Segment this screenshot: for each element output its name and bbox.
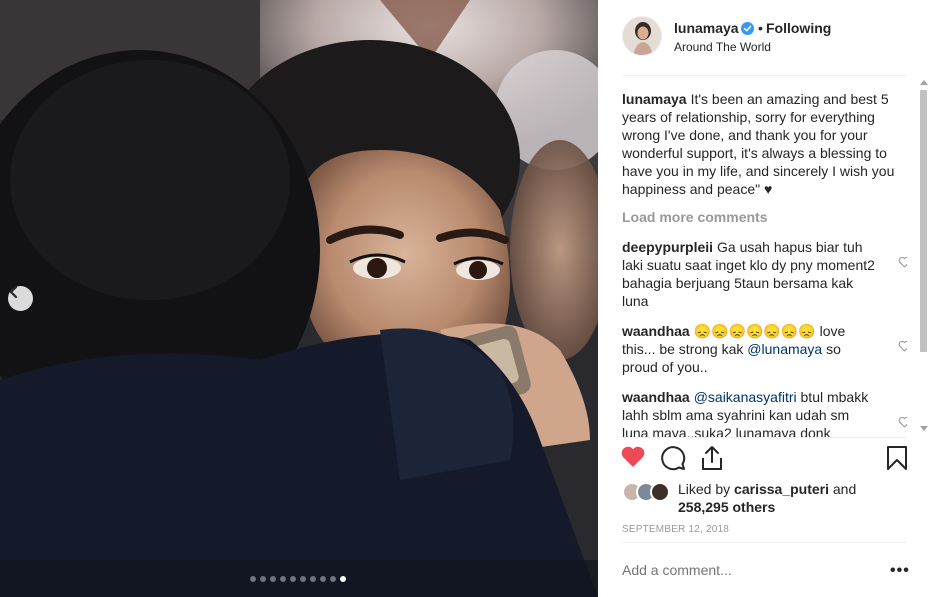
post-date[interactable]: SEPTEMBER 12, 2018	[622, 524, 729, 535]
carousel-dot	[340, 576, 346, 582]
post-location[interactable]: Around The World	[674, 40, 771, 54]
liked-by-label: Liked by	[678, 481, 731, 497]
carousel-dot	[280, 576, 286, 582]
post-author-username[interactable]: lunamaya	[674, 20, 739, 36]
verified-badge-icon	[741, 22, 754, 35]
divider	[622, 542, 907, 543]
liked-by-and: and	[832, 481, 857, 497]
comment-username[interactable]: deepypurpleii	[622, 239, 713, 255]
previous-slide-button[interactable]	[8, 286, 33, 311]
heart-outline-icon[interactable]	[898, 340, 907, 352]
carousel-dot	[250, 576, 256, 582]
carousel-dot	[330, 576, 336, 582]
post-sidebar: lunamaya • Following Around The World lu…	[598, 0, 931, 597]
post-caption: lunamaya It's been an amazing and best 5 …	[622, 90, 907, 198]
comment-mention[interactable]: @saikanasyafitri	[694, 389, 797, 405]
scroll-up-arrow-icon[interactable]	[920, 80, 928, 85]
divider	[622, 75, 907, 76]
comment-emoji: 😞😞😞😞😞😞😞	[693, 323, 816, 339]
comment-username[interactable]: waandhaa	[622, 323, 690, 339]
following-button[interactable]: Following	[766, 20, 831, 36]
post-header: lunamaya • Following Around The World	[598, 0, 931, 76]
heart-outline-icon[interactable]	[898, 416, 907, 428]
heart-outline-icon[interactable]	[898, 256, 907, 268]
comment-item: waandhaa 😞😞😞😞😞😞😞 love this... be strong k…	[622, 322, 907, 376]
carousel-dot	[290, 576, 296, 582]
bookmark-icon[interactable]	[886, 445, 908, 471]
load-more-comments-button[interactable]: Load more comments	[622, 208, 907, 226]
chevron-left-icon	[9, 286, 18, 298]
separator-dot: •	[758, 20, 763, 36]
avatar[interactable]	[622, 16, 662, 56]
comment-mention[interactable]: @lunamaya	[747, 341, 822, 357]
add-comment-input[interactable]	[622, 562, 852, 578]
caption-username[interactable]: lunamaya	[622, 91, 687, 107]
liked-by-user[interactable]: carissa_puteri	[734, 481, 829, 497]
comments-list: lunamaya It's been an amazing and best 5 …	[622, 90, 907, 438]
liker-avatar[interactable]	[650, 482, 670, 502]
carousel-dot	[310, 576, 316, 582]
heart-filled-icon[interactable]	[620, 445, 646, 469]
likes-text: Liked by carissa_puteri and 258,295 othe…	[678, 480, 888, 516]
comment-username[interactable]: waandhaa	[622, 389, 690, 405]
carousel-dot	[270, 576, 276, 582]
post-actions	[620, 445, 910, 475]
carousel-dot	[260, 576, 266, 582]
share-icon[interactable]	[700, 445, 724, 471]
carousel-indicator	[250, 576, 346, 582]
divider	[622, 437, 907, 438]
likes-count[interactable]: 258,295 others	[678, 499, 775, 515]
comment-item: deepypurpleii Ga usah hapus biar tuh laki…	[622, 238, 907, 310]
comment-item: waandhaa @saikanasyafitri btul mbakk lahh…	[622, 388, 907, 438]
scrollbar-thumb[interactable]	[920, 90, 927, 352]
scroll-down-arrow-icon[interactable]	[920, 426, 928, 431]
carousel-dot	[300, 576, 306, 582]
comments-scrollbar[interactable]	[916, 76, 931, 436]
post-photo-image	[0, 0, 598, 597]
comment-icon[interactable]	[660, 445, 686, 471]
more-options-button[interactable]: •••	[890, 562, 910, 580]
carousel-dot	[320, 576, 326, 582]
post-photo[interactable]	[0, 0, 598, 597]
